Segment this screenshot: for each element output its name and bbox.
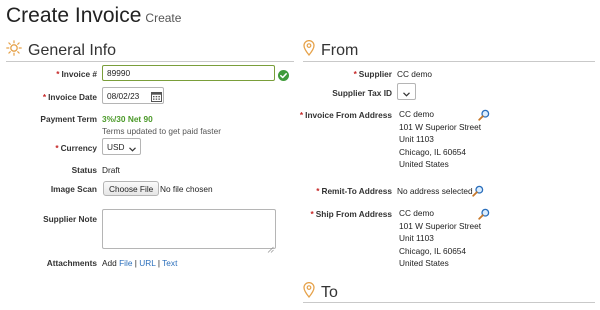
status-value: Draft (102, 165, 120, 175)
address-line: Unit 1103 (399, 134, 434, 144)
page-title: Create Invoice Create (6, 4, 181, 28)
attach-url-link[interactable]: URL (139, 258, 155, 268)
address-line: United States (399, 159, 449, 169)
currency-select[interactable]: USD (102, 138, 141, 155)
invoice-number-input[interactable]: 89990 (102, 65, 275, 81)
attach-text-link[interactable]: Text (162, 258, 177, 268)
payment-term-note: Terms updated to get paid faster (102, 126, 221, 136)
from-divider (303, 61, 595, 62)
attachments-links: Add File | URL | Text (102, 258, 177, 268)
chevron-down-icon (129, 144, 136, 154)
sun-icon (6, 40, 22, 61)
valid-check-icon (278, 68, 289, 86)
remit-to-address-label: * Remit-To Address (316, 186, 392, 196)
from-heading: From (303, 40, 358, 61)
supplier-label: * Supplier (353, 69, 392, 79)
chevron-down-icon (403, 89, 410, 99)
calendar-icon[interactable] (151, 89, 162, 107)
address-line: Chicago, IL 60654 (399, 146, 467, 157)
supplier-tax-id-label: Supplier Tax ID (332, 88, 392, 98)
to-heading: To (303, 282, 338, 303)
currency-label: * Currency (55, 143, 97, 153)
invoice-number-label: * Invoice # (56, 69, 97, 79)
invoice-from-address-block: CC demo 101 W Superior Street Unit 1103 … (399, 108, 481, 171)
separator: | (157, 258, 160, 268)
status-label: Status (71, 165, 97, 175)
address-search-icon[interactable] (478, 207, 490, 225)
supplier-value: CC demo (397, 69, 433, 79)
to-divider (303, 302, 595, 303)
location-pin-icon (303, 40, 315, 61)
supplier-note-textarea[interactable] (102, 209, 276, 249)
invoice-date-label: * Invoice Date (42, 92, 97, 102)
ship-from-address-label: * Ship From Address (310, 209, 392, 219)
payment-term-value: 3%/30 Net 90 (102, 114, 153, 124)
general-info-heading: General Info (6, 40, 116, 61)
supplier-tax-id-select[interactable] (397, 83, 416, 100)
choose-file-button[interactable]: Choose File (103, 181, 160, 196)
resize-handle-icon[interactable] (267, 240, 274, 258)
separator: | (134, 258, 137, 268)
attachments-add-text: Add (102, 258, 117, 268)
invoice-date-value: 08/02/23 (107, 91, 140, 101)
remit-to-address-value: No address selected (397, 186, 473, 196)
attach-file-link[interactable]: File (119, 258, 132, 268)
invoice-from-address-label: * Invoice From Address (299, 110, 392, 120)
attachments-label: Attachments (46, 258, 97, 268)
ship-from-address-block: CC demo 101 W Superior Street Unit 1103 … (399, 207, 481, 270)
image-scan-label: Image Scan (50, 184, 97, 194)
from-title: From (321, 41, 359, 59)
address-line: CC demo (399, 208, 435, 218)
address-search-icon[interactable] (478, 108, 490, 126)
address-line: 101 W Superior Street (399, 121, 482, 132)
address-line: 101 W Superior Street (399, 220, 482, 231)
page-subtitle: Create (145, 11, 182, 25)
location-pin-icon (303, 282, 315, 303)
file-chosen-text: No file chosen (160, 184, 213, 194)
supplier-note-label: Supplier Note (43, 214, 97, 224)
address-search-icon[interactable] (472, 184, 484, 202)
to-title: To (321, 283, 338, 301)
page-title-text: Create Invoice (6, 4, 142, 27)
general-info-title: General Info (28, 41, 117, 59)
address-line: CC demo (399, 109, 435, 119)
address-line: Chicago, IL 60654 (399, 245, 467, 256)
currency-value: USD (107, 142, 125, 152)
general-info-divider (6, 61, 294, 62)
address-line: Unit 1103 (399, 233, 434, 243)
address-line: United States (399, 258, 449, 268)
payment-term-label: Payment Term (40, 114, 97, 124)
